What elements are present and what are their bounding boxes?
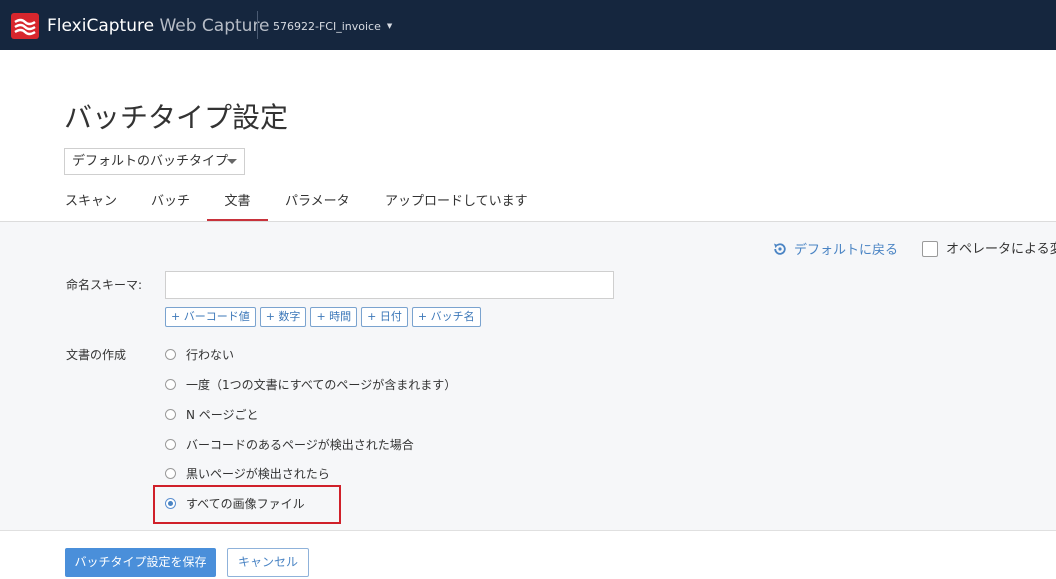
brand-name: FlexiCapture Web Capture (47, 15, 270, 37)
radio-label: バーコードのあるページが検出された場合 (186, 438, 414, 452)
radio-button[interactable] (165, 349, 176, 360)
operator-change-label: オペレータによる変 (946, 242, 1056, 257)
naming-scheme-input[interactable] (165, 271, 614, 299)
token-date-button[interactable]: + 日付 (361, 307, 408, 327)
save-batch-settings-button[interactable]: バッチタイプ設定を保存 (65, 548, 216, 577)
radio-label: 黒いページが検出されたら (186, 467, 330, 481)
caret-down-icon: ▼ (386, 22, 393, 30)
chevron-down-icon (227, 159, 237, 164)
token-barcode-button[interactable]: + バーコード値 (165, 307, 256, 327)
naming-token-buttons: + バーコード値 + 数字 + 時間 + 日付 + バッチ名 (165, 307, 485, 327)
batch-type-selected: デフォルトのバッチタイプ (72, 154, 229, 169)
token-time-button[interactable]: + 時間 (310, 307, 358, 327)
reset-to-default-link[interactable]: デフォルトに戻る (772, 241, 898, 260)
tab-scan[interactable]: スキャン (65, 190, 117, 221)
radio-button[interactable] (165, 379, 176, 390)
header-divider (257, 11, 258, 39)
document-settings-panel: デフォルトに戻る オペレータによる変 命名スキーマ: + バーコード値 + 数字 +… (0, 222, 1056, 531)
radio-label: 行わない (186, 348, 235, 362)
brand-primary: FlexiCapture (47, 16, 155, 36)
radio-button[interactable] (165, 439, 176, 450)
project-name: 576922-FCI_invoice (273, 20, 381, 33)
reset-label: デフォルトに戻る (794, 243, 899, 258)
settings-tabs: スキャン バッチ 文書 パラメータ アップロードしています (0, 190, 1056, 222)
highlight-annotation-box (153, 485, 341, 524)
brand-secondary: Web Capture (159, 16, 270, 36)
tab-upload[interactable]: アップロードしています (385, 190, 528, 221)
batch-type-select[interactable]: デフォルトのバッチタイプ (64, 148, 245, 175)
naming-scheme-label: 命名スキーマ: (66, 278, 143, 292)
token-number-button[interactable]: + 数字 (259, 307, 307, 327)
reset-icon (774, 243, 786, 255)
tab-batch[interactable]: バッチ (151, 190, 190, 221)
project-selector[interactable]: 576922-FCI_invoice ▼ (273, 19, 392, 34)
radio-button[interactable] (165, 468, 176, 479)
radio-label: N ページごと (186, 408, 259, 422)
radio-button[interactable] (165, 409, 176, 420)
document-creation-label: 文書の作成 (66, 348, 127, 362)
page-title: バッチタイプ設定 (64, 101, 289, 134)
top-bar: FlexiCapture Web Capture 576922-FCI_invo… (0, 0, 1056, 50)
tab-parameters[interactable]: パラメータ (285, 190, 350, 221)
flexicapture-logo-icon (11, 13, 39, 39)
tab-document[interactable]: 文書 (207, 190, 268, 221)
cancel-button[interactable]: キャンセル (227, 548, 309, 577)
operator-change-checkbox[interactable] (922, 241, 938, 257)
radio-label: 一度（1つの文書にすべてのページが含まれます） (186, 378, 457, 392)
token-batch-name-button[interactable]: + バッチ名 (411, 307, 481, 327)
